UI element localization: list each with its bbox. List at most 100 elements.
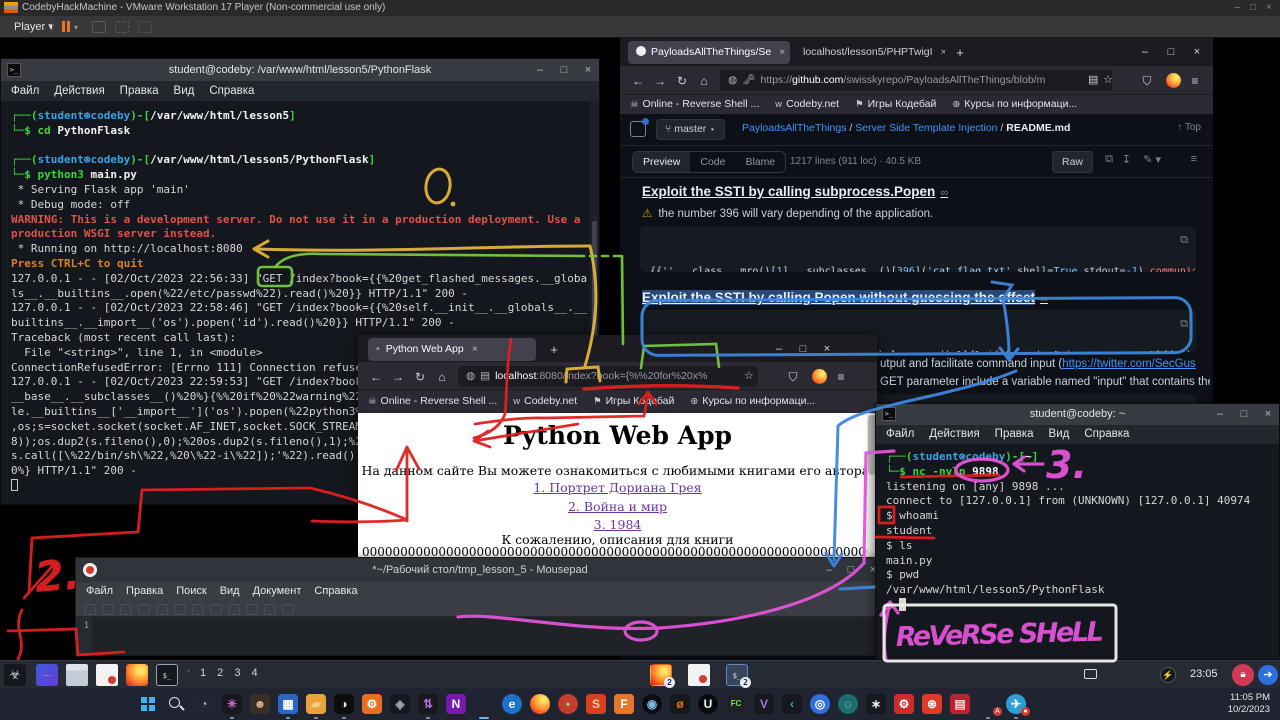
unreal-icon[interactable]: U	[696, 692, 720, 716]
mousepad-titlebar[interactable]: *~/Рабочий стол/tmp_lesson_5 - Mousepad …	[76, 558, 884, 582]
net-monitor-icon[interactable]: ◔	[192, 692, 216, 716]
toolbox-icon[interactable]: ▤	[948, 692, 972, 716]
bookmark-item[interactable]: ⊕Курсы по информаци...	[690, 395, 815, 407]
tab-close-icon[interactable]: ×	[472, 343, 478, 355]
tab-close-icon[interactable]: ×	[779, 46, 785, 58]
onenote-icon[interactable]: N	[444, 692, 468, 716]
menu-item-действия[interactable]: Действия	[54, 85, 104, 97]
photos-icon[interactable]: ☻	[248, 692, 272, 716]
pin-app-icon[interactable]: ◎	[808, 692, 832, 716]
link-icon[interactable]: ∞	[940, 187, 948, 199]
obs-icon[interactable]: ◌	[836, 692, 860, 716]
open-file-icon[interactable]	[102, 604, 114, 615]
menu-item-правка[interactable]: Правка	[126, 585, 163, 597]
reload-icon[interactable]: ↻	[410, 367, 430, 387]
home-icon[interactable]: ⌂	[694, 71, 714, 91]
redo-icon[interactable]	[192, 604, 204, 615]
paste-icon[interactable]	[246, 604, 258, 615]
vmware-minimize-button[interactable]: –	[1234, 2, 1240, 13]
vm-fullscreen-icon[interactable]	[115, 21, 129, 33]
book-link[interactable]: 2. Война и мир	[358, 499, 877, 514]
window-minimize-button[interactable]: –	[529, 59, 551, 81]
menu-item-правка[interactable]: Правка	[995, 428, 1034, 440]
outline-icon[interactable]: ≡	[1191, 153, 1197, 165]
window-close-button[interactable]: ×	[577, 59, 599, 81]
windows-clock[interactable]: 11:05 PM 10/2/2023	[1228, 692, 1270, 716]
search-icon[interactable]	[164, 692, 188, 716]
window-maximize-button[interactable]: □	[1233, 403, 1255, 425]
firefox-icon[interactable]	[528, 692, 552, 716]
breadcrumb-dir-link[interactable]: Server Side Template Injection	[855, 122, 997, 134]
window-maximize-button[interactable]: □	[791, 339, 815, 359]
vmware-close-button[interactable]: ×	[1266, 2, 1272, 13]
tracking-shield-icon[interactable]: ⛉	[783, 367, 803, 387]
book-link[interactable]: 3. 1984	[358, 517, 877, 532]
workspace-switcher[interactable]: 1 2 3 4	[200, 667, 262, 679]
heading-subprocess-popen[interactable]: Exploit the SSTI by calling subprocess.P…	[642, 184, 948, 199]
terminal-titlebar[interactable]: >_ student@codeby: /var/www/html/lesson5…	[1, 59, 599, 81]
menu-item-справка[interactable]: Справка	[209, 85, 254, 97]
vm-pause-button[interactable]	[67, 21, 70, 32]
book-link[interactable]: 1. Портрет Дориана Грея	[358, 480, 877, 495]
menu-hamburger-icon[interactable]: ≡	[1185, 71, 1205, 91]
bookmark-star-icon[interactable]: ☆	[1103, 70, 1113, 91]
bookmark-item[interactable]: ☠Online - Reverse Shell ...	[368, 395, 497, 407]
copy-raw-icon[interactable]: ⧉	[1105, 153, 1113, 166]
kali-menu-icon[interactable]: ☣	[4, 664, 26, 686]
raw-button[interactable]: Raw	[1052, 151, 1093, 173]
edge-icon[interactable]: e	[500, 692, 524, 716]
task-terminal[interactable]: $_2	[726, 664, 748, 686]
visual-studio-icon[interactable]: V	[752, 692, 776, 716]
link-icon[interactable]: ∞	[1040, 293, 1048, 305]
tab-payloadsallthethings[interactable]: PayloadsAllTheThings/Se×	[628, 41, 790, 64]
cut-icon[interactable]	[210, 604, 222, 615]
book-links[interactable]: 1. Портрет Дориана Грея 2. Война и мир 3. …	[358, 480, 877, 536]
bookmark-item[interactable]: wCodeby.net	[775, 98, 839, 110]
logout-icon[interactable]: ➔	[1258, 665, 1278, 685]
menu-item-действия[interactable]: Действия	[929, 428, 979, 440]
bookmark-item[interactable]: ⊕Курсы по информаци...	[952, 98, 1077, 110]
cinema4d-icon[interactable]: ◉	[640, 692, 664, 716]
window-close-button[interactable]: ×	[1257, 403, 1279, 425]
view-tab-code[interactable]: Code	[690, 152, 735, 172]
view-switcher[interactable]: PreviewCodeBlame	[632, 151, 786, 173]
sync-app-icon[interactable]: ⇅	[416, 692, 440, 716]
mousepad-editor[interactable]: 1 {% for x in ().__class__.__base__.__su…	[76, 617, 884, 655]
menu-item-файл[interactable]: Файл	[86, 585, 113, 597]
home-icon[interactable]: ⌂	[432, 367, 452, 387]
breadcrumb-repo-link[interactable]: PayloadsAllTheThings	[742, 122, 846, 134]
window-maximize-button[interactable]: □	[840, 559, 862, 581]
window-minimize-button[interactable]: –	[818, 559, 840, 581]
branch-button[interactable]: ⑂ master ▾	[656, 119, 725, 140]
save-icon[interactable]	[120, 604, 132, 615]
f-app-icon[interactable]: F	[612, 692, 636, 716]
download-icon[interactable]: ↧	[1122, 153, 1131, 166]
window-minimize-button[interactable]: –	[1133, 42, 1157, 62]
chrome-icon[interactable]	[472, 692, 496, 716]
window-close-button[interactable]: ×	[1185, 42, 1209, 62]
edit-pencil-icon[interactable]: ✎ ▾	[1143, 153, 1161, 166]
vm-clock[interactable]: 23:05	[1190, 668, 1218, 680]
forward-icon[interactable]: →	[388, 367, 408, 387]
find-icon[interactable]	[264, 604, 276, 615]
pager-icon[interactable]: ⋯	[36, 664, 58, 686]
fc-editor-icon[interactable]: FC	[724, 692, 748, 716]
copy-icon[interactable]: ⧉	[1180, 232, 1188, 247]
copy-icon[interactable]	[228, 604, 240, 615]
bookmark-item[interactable]: ⚑Игры Кодебай	[855, 98, 936, 110]
view-tab-preview[interactable]: Preview	[633, 152, 690, 172]
menu-item-поиск[interactable]: Поиск	[176, 585, 206, 597]
back-icon[interactable]: ←	[366, 367, 386, 387]
mousepad-launcher-icon[interactable]	[96, 664, 118, 686]
file-manager-icon[interactable]	[66, 664, 88, 686]
lock-screen-icon[interactable]: 🔒︎	[1232, 664, 1254, 686]
vmware-icon[interactable]: ⚙	[360, 692, 384, 716]
window-close-button[interactable]: ×	[815, 339, 839, 359]
url-bar[interactable]: ◍▤localhost:8080/index?book={%%20for%20x…	[458, 366, 758, 387]
menu-item-вид[interactable]: Вид	[174, 85, 195, 97]
heading-popen-offset[interactable]: Exploit the SSTI by calling Popen withou…	[642, 290, 1048, 305]
menu-item-вид[interactable]: Вид	[1049, 428, 1070, 440]
vm-pause-button[interactable]	[62, 21, 65, 32]
file-icon[interactable]	[630, 121, 646, 137]
terminal-titlebar[interactable]: >_ student@codeby: ~ – □ ×	[876, 404, 1279, 425]
